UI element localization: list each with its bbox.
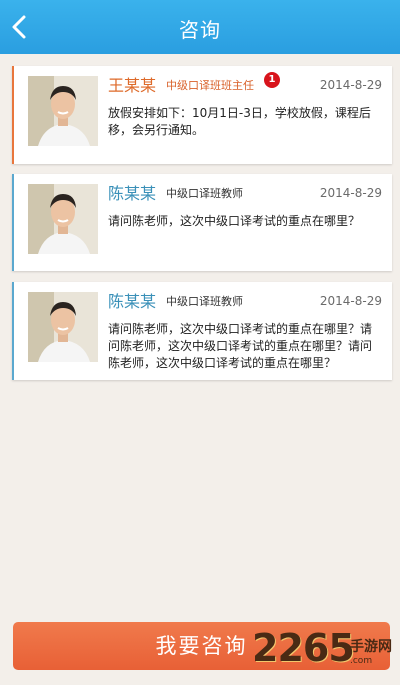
sender-name: 王某某 [108, 76, 157, 95]
message-item[interactable]: 陈某某 中级口译班教师 2014-8-29 请问陈老师，这次中级口译考试的重点在… [12, 282, 392, 380]
sender-role: 中级口译班班主任 [166, 79, 254, 92]
watermark-number: 2265 [252, 626, 355, 670]
message-item[interactable]: 王某某 中级口译班班主任 1 2014-8-29 放假安排如下：10月1日-3日… [12, 66, 392, 164]
avatar [28, 76, 98, 146]
sender-name: 陈某某 [108, 184, 157, 203]
header-bar: 咨询 [0, 0, 400, 54]
page-title: 咨询 [179, 18, 221, 42]
message-date: 2014-8-29 [319, 294, 382, 308]
watermark-logo: 2265 手游网 .com [252, 626, 398, 682]
watermark-text: .com [350, 656, 373, 666]
watermark-cn: 手游网 [350, 639, 392, 655]
sender-role: 中级口译班教师 [166, 295, 243, 308]
avatar [28, 184, 98, 254]
message-text: 放假安排如下：10月1日-3日，学校放假，课程后移，会另行通知。 [108, 106, 371, 137]
message-text: 请问陈老师，这次中级口译考试的重点在哪里？请问陈老师，这次中级口译考试的重点在哪… [108, 322, 373, 370]
unread-badge: 1 [264, 72, 280, 88]
sender-role: 中级口译班教师 [166, 187, 243, 200]
message-date: 2014-8-29 [319, 186, 382, 200]
message-date: 2014-8-29 [319, 78, 382, 92]
sender-name: 陈某某 [108, 292, 157, 311]
message-text: 请问陈老师，这次中级口译考试的重点在哪里？ [108, 214, 361, 228]
message-item[interactable]: 陈某某 中级口译班教师 2014-8-29 请问陈老师，这次中级口译考试的重点在… [12, 174, 392, 271]
avatar [28, 292, 98, 362]
